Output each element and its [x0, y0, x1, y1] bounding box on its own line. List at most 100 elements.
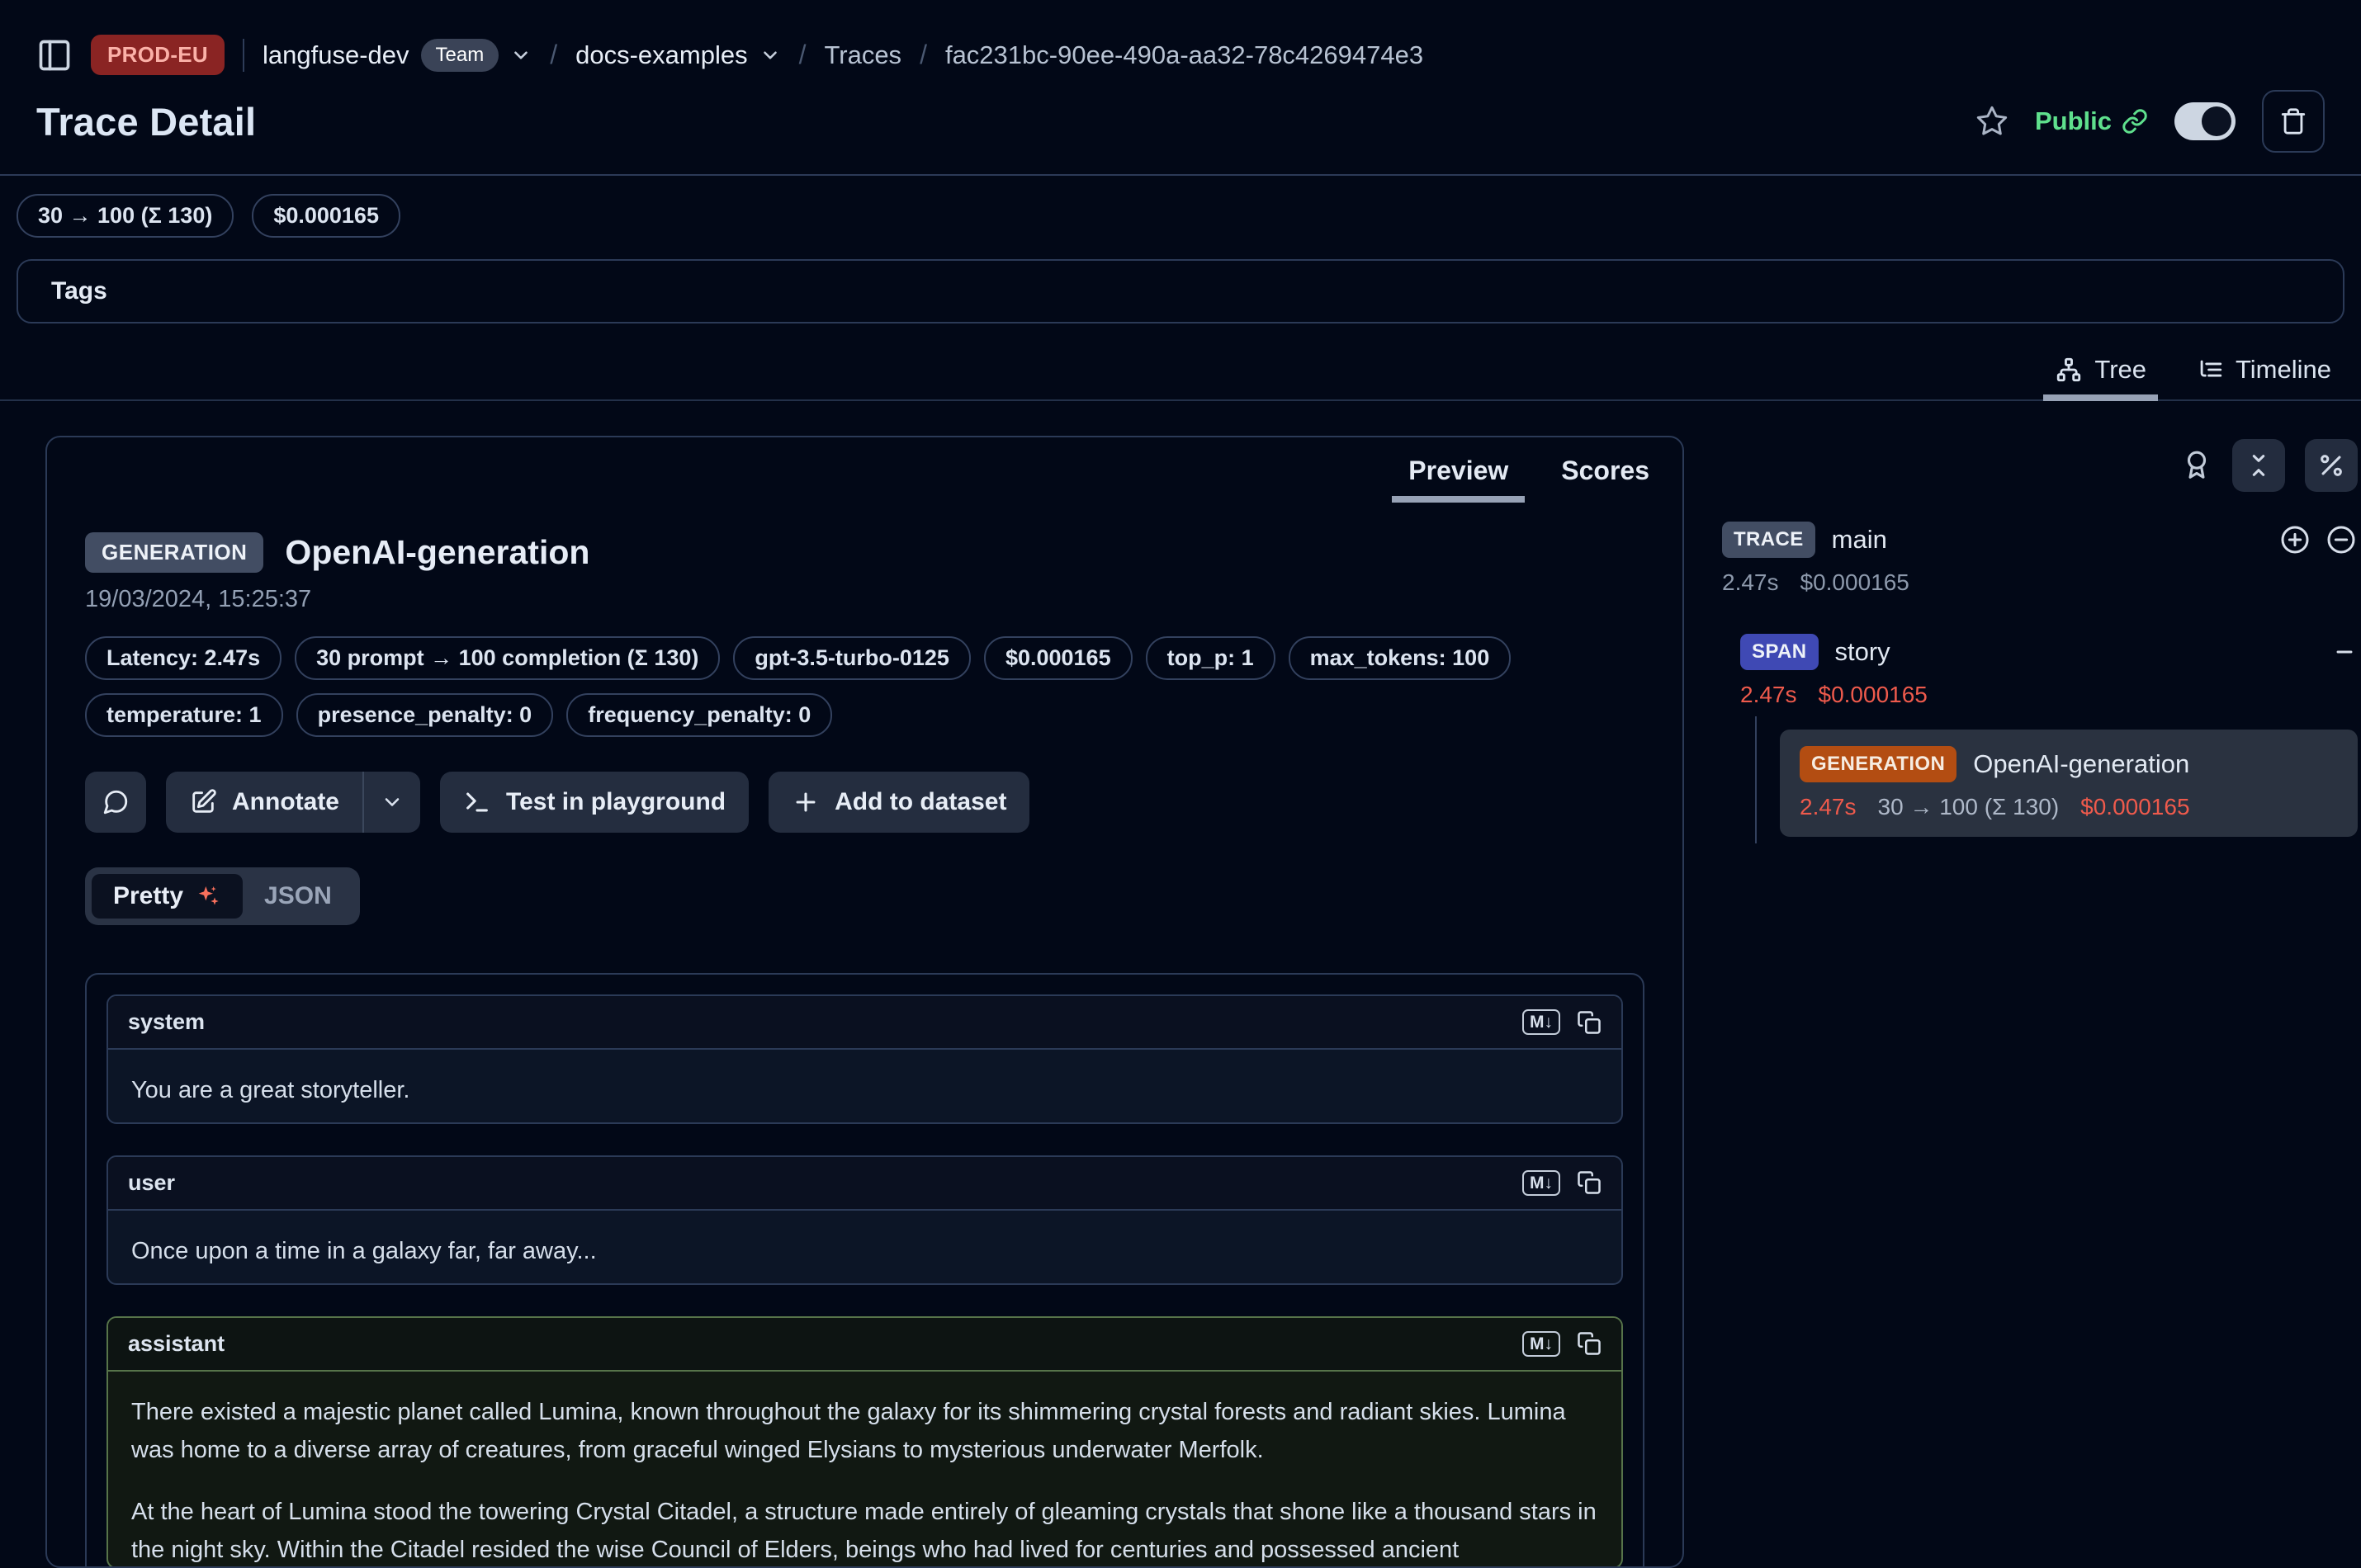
message-user: user M↓ Once upon a time in a galaxy far…: [106, 1155, 1623, 1285]
trace-type-badge: TRACE: [1722, 522, 1815, 558]
test-in-playground-button[interactable]: Test in playground: [440, 772, 749, 833]
collapse-all-button[interactable]: [2232, 439, 2285, 492]
message-content: There existed a majestic planet called L…: [108, 1372, 1621, 1568]
trace-metrics: 2.47s $0.000165: [1722, 569, 2358, 596]
trace-latency: 2.47s: [1722, 569, 1779, 596]
delete-trace-button[interactable]: [2262, 90, 2325, 153]
top-p-badge: top_p: 1: [1146, 636, 1275, 680]
tree-connector-line: [1755, 716, 1757, 843]
model-badge: gpt-3.5-turbo-0125: [733, 636, 971, 680]
observation-detail-card: Preview Scores GENERATION OpenAI-generat…: [45, 436, 1684, 1568]
main-content: Preview Scores GENERATION OpenAI-generat…: [0, 436, 2361, 1568]
breadcrumb-divider: [243, 39, 244, 72]
max-tokens-badge: max_tokens: 100: [1289, 636, 1512, 680]
zoom-in-icon[interactable]: [2278, 523, 2311, 556]
view-tabs: Tree Timeline: [0, 347, 2361, 401]
metrics-toggle-button[interactable]: [2305, 439, 2358, 492]
header-actions: Public: [1975, 90, 2325, 153]
collapse-node-icon[interactable]: [2331, 639, 2358, 665]
tree-node-trace[interactable]: TRACE main: [1722, 522, 2358, 558]
observation-header: GENERATION OpenAI-generation: [85, 532, 1644, 573]
tree-icon: [2055, 356, 2083, 384]
tab-scores[interactable]: Scores: [1556, 451, 1654, 503]
annotate-button[interactable]: Annotate: [166, 772, 362, 833]
page-title: Trace Detail: [36, 99, 256, 144]
generation-metrics: 2.47s 30 → 100 (Σ 130) $0.000165: [1800, 794, 2338, 820]
list-tree-icon: [2196, 356, 2224, 384]
generation-tokens: 30 → 100 (Σ 130): [1878, 794, 2060, 820]
trace-cost: $0.000165: [1800, 569, 1909, 596]
trace-name: main: [1832, 525, 1887, 555]
public-link[interactable]: Public: [2035, 106, 2148, 136]
chevron-down-icon[interactable]: [510, 45, 532, 66]
message-content: You are a great storyteller.: [108, 1050, 1621, 1124]
chevron-down-icon[interactable]: [759, 45, 781, 66]
tab-preview[interactable]: Preview: [1403, 451, 1513, 503]
comment-button[interactable]: [85, 772, 146, 833]
format-json-option[interactable]: JSON: [243, 874, 353, 919]
sidebar-toggle-icon[interactable]: [36, 37, 73, 73]
observation-meta-badges: Latency: 2.47s 30 prompt → 100 completio…: [85, 636, 1644, 737]
organization-tier-badge: Team: [421, 39, 499, 72]
breadcrumb-separator: /: [550, 40, 557, 70]
star-icon[interactable]: [1975, 105, 2009, 138]
message-role-label: assistant: [128, 1331, 225, 1357]
cost-badge[interactable]: $0.000165: [252, 194, 400, 238]
zoom-out-icon[interactable]: [2325, 523, 2358, 556]
observation-actions: Annotate Test in playground: [85, 772, 1644, 833]
edit-icon: [189, 788, 217, 816]
observation-type-badge: GENERATION: [85, 532, 263, 573]
observation-title: OpenAI-generation: [285, 533, 589, 572]
tree-node-generation-selected[interactable]: GENERATION OpenAI-generation 2.47s 30 → …: [1780, 730, 2358, 837]
sparkles-icon: [195, 883, 221, 909]
generation-name: OpenAI-generation: [1973, 749, 2189, 779]
copy-icon[interactable]: [1577, 1170, 1602, 1195]
breadcrumb-section[interactable]: Traces: [824, 40, 901, 70]
breadcrumb: PROD-EU langfuse-dev Team / docs-example…: [0, 0, 2361, 75]
copy-icon[interactable]: [1577, 1331, 1602, 1356]
span-metrics: 2.47s $0.000165: [1740, 682, 2358, 708]
add-to-dataset-button[interactable]: Add to dataset: [769, 772, 1029, 833]
span-type-badge: SPAN: [1740, 634, 1819, 670]
breadcrumb-organization[interactable]: langfuse-dev Team: [263, 39, 532, 72]
generation-type-badge: GENERATION: [1800, 746, 1956, 782]
award-icon[interactable]: [2181, 450, 2212, 481]
temperature-badge: temperature: 1: [85, 693, 283, 737]
cost-badge: $0.000165: [984, 636, 1133, 680]
terminal-icon: [463, 788, 491, 816]
message-system: system M↓ You are a great storyteller.: [106, 994, 1623, 1124]
chevron-down-icon: [381, 791, 404, 814]
markdown-toggle-icon[interactable]: M↓: [1522, 1009, 1560, 1035]
public-toggle[interactable]: [2174, 102, 2236, 140]
format-pretty-option[interactable]: Pretty: [92, 874, 243, 919]
messages-container: system M↓ You are a great storyteller.: [85, 973, 1644, 1568]
generation-cost: $0.000165: [2080, 794, 2189, 820]
annotate-split-button: Annotate: [166, 772, 420, 833]
tree-node-span[interactable]: SPAN story: [1740, 634, 2358, 670]
markdown-toggle-icon[interactable]: M↓: [1522, 1170, 1560, 1196]
span-name: story: [1835, 637, 1890, 667]
page-header: Trace Detail Public: [0, 75, 2361, 174]
comment-icon: [102, 788, 130, 816]
copy-icon[interactable]: [1577, 1010, 1602, 1035]
environment-badge[interactable]: PROD-EU: [91, 35, 225, 75]
format-toggle: Pretty JSON: [85, 867, 360, 925]
breadcrumb-separator: /: [799, 40, 807, 70]
token-usage-badge: 30 prompt → 100 completion (Σ 130): [295, 636, 720, 680]
annotate-dropdown-button[interactable]: [364, 772, 420, 833]
link-icon: [2122, 108, 2148, 135]
breadcrumb-trace-id: fac231bc-90ee-490a-aa32-78c4269474e3: [945, 40, 1423, 70]
panel-tabs: Preview Scores: [47, 437, 1682, 503]
latency-badge: Latency: 2.47s: [85, 636, 282, 680]
message-assistant: assistant M↓ There existed a majestic pl…: [106, 1316, 1623, 1568]
tab-timeline[interactable]: Timeline: [2178, 347, 2349, 399]
breadcrumb-separator: /: [920, 40, 927, 70]
token-usage-badge[interactable]: 30 → 100 (Σ 130): [17, 194, 234, 238]
plus-icon: [792, 788, 820, 816]
percent-icon: [2317, 451, 2345, 479]
tab-tree[interactable]: Tree: [2037, 347, 2165, 399]
tags-section[interactable]: Tags: [17, 259, 2344, 324]
breadcrumb-project[interactable]: docs-examples: [575, 40, 780, 70]
markdown-toggle-icon[interactable]: M↓: [1522, 1331, 1560, 1357]
fold-vertical-icon: [2245, 451, 2273, 479]
